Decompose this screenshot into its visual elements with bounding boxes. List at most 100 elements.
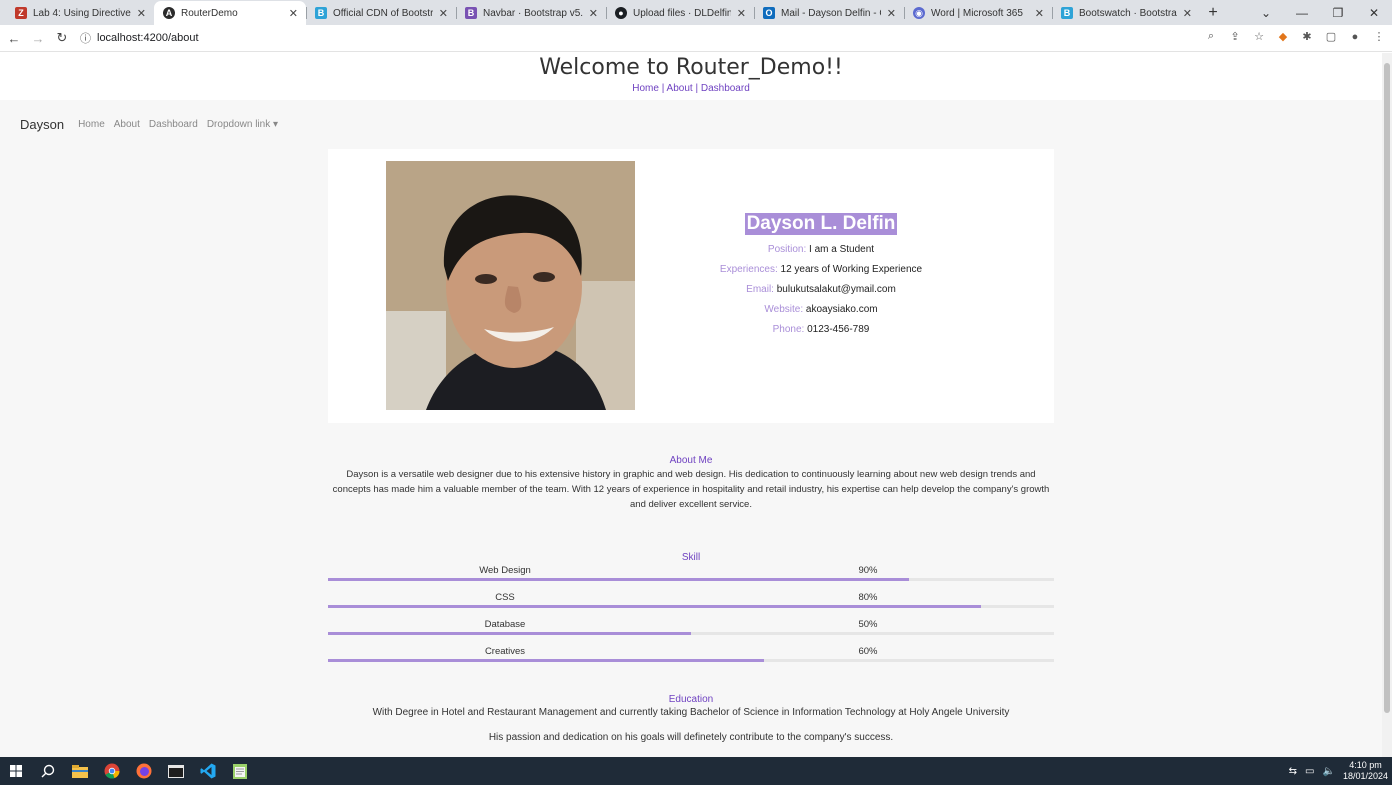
lab-icon: Z <box>15 7 27 19</box>
info-value: bulukutsalakut@ymail.com <box>776 284 896 295</box>
chrome-icon[interactable] <box>96 757 128 785</box>
tab-title: Mail - Dayson Delfin - Out <box>781 7 881 19</box>
header-link-about[interactable]: About <box>667 83 693 94</box>
tab-title: Navbar · Bootstrap v5.0 <box>483 7 583 19</box>
display-icon[interactable]: ▭ <box>1305 766 1314 777</box>
browser-tab-bootstrap-cdn[interactable]: B Official CDN of Bootstrap ✕ <box>306 1 456 25</box>
browser-tab-word[interactable]: ◉ Word | Microsoft 365 ✕ <box>904 1 1052 25</box>
info-row-email: Email: bulukutsalakut@ymail.com <box>708 284 934 295</box>
side-panel-icon[interactable]: ▢ <box>1324 30 1338 43</box>
nav-item-dropdown[interactable]: Dropdown link ▾ <box>207 119 278 130</box>
browser-tab-navbar[interactable]: B Navbar · Bootstrap v5.0 ✕ <box>456 1 606 25</box>
skill-progress-fill <box>328 632 691 635</box>
terminal-icon[interactable] <box>160 757 192 785</box>
outlook-icon: O <box>763 7 775 19</box>
zoom-icon[interactable]: ⌕ <box>1204 30 1218 43</box>
closing-statement: His passion and dedication on his goals … <box>488 732 894 743</box>
reload-icon[interactable]: ↻ <box>52 30 72 46</box>
bookmark-star-icon[interactable]: ☆ <box>1252 30 1266 43</box>
page-title: Welcome to Router_Demo!! <box>539 55 843 80</box>
back-icon[interactable]: ← <box>4 31 24 46</box>
minimize-icon[interactable]: — <box>1284 6 1320 20</box>
close-icon[interactable]: ✕ <box>289 7 298 20</box>
forward-icon[interactable]: → <box>28 31 48 46</box>
window-controls: ⌄ — ❐ ✕ <box>1248 0 1392 25</box>
close-icon[interactable]: ✕ <box>137 7 146 20</box>
restore-icon[interactable]: ❐ <box>1320 6 1356 20</box>
url-field[interactable]: ⓘ localhost:4200/about <box>80 28 1260 48</box>
profile-card: Dayson L. Delfin Position: I am a Studen… <box>328 149 1054 423</box>
address-bar: ← → ↻ ⓘ localhost:4200/about ⌕ ⇪ ☆ ◆ ✱ ▢… <box>0 25 1392 52</box>
profile-icon[interactable]: ● <box>1348 31 1362 43</box>
tab-title: Word | Microsoft 365 <box>931 7 1023 19</box>
nav-item-home[interactable]: Home <box>78 119 105 130</box>
info-label: Website: <box>764 304 804 315</box>
education-text: With Degree in Hotel and Restaurant Mana… <box>372 707 1010 718</box>
skills-title: Skill <box>681 552 701 563</box>
skill-progress-fill <box>328 578 909 581</box>
tab-search-icon[interactable]: ⌄ <box>1248 6 1284 20</box>
clock[interactable]: 4:10 pm 18/01/2024 <box>1343 760 1388 782</box>
office-icon: ◉ <box>913 7 925 19</box>
header-link-dashboard[interactable]: Dashboard <box>701 83 750 94</box>
about-section: About Me Dayson is a versatile web desig… <box>328 455 1054 512</box>
volume-icon[interactable]: 🔈 <box>1323 766 1335 777</box>
skill-percent: 60% <box>858 646 878 657</box>
menu-icon[interactable]: ⋮ <box>1372 30 1386 43</box>
skill-name: Database <box>484 619 526 630</box>
close-icon[interactable]: ✕ <box>1183 7 1192 20</box>
close-icon[interactable]: ✕ <box>439 7 448 20</box>
windows-start-icon[interactable] <box>0 757 32 785</box>
skill-name: Web Design <box>479 565 531 576</box>
skill-row: Creatives 60% <box>328 646 1054 673</box>
search-icon[interactable] <box>32 757 64 785</box>
info-row-website: Website: akoaysiako.com <box>708 304 934 315</box>
bootstrap-cdn-icon: B <box>315 7 327 19</box>
skill-percent: 50% <box>858 619 878 630</box>
firefox-icon[interactable] <box>128 757 160 785</box>
skill-progress-bar <box>328 578 1054 581</box>
network-icon[interactable]: ⇆ <box>1289 766 1297 777</box>
skill-progress-bar <box>328 659 1054 662</box>
system-tray: ⇆ ▭ 🔈 4:10 pm 18/01/2024 <box>1289 757 1388 785</box>
file-explorer-icon[interactable] <box>64 757 96 785</box>
browser-tab-lab4[interactable]: Z Lab 4: Using Directives and ✕ <box>6 1 154 25</box>
nav-item-dashboard[interactable]: Dashboard <box>149 119 198 130</box>
nav-item-about[interactable]: About <box>114 119 140 130</box>
skills-section: Skill Web Design 90% CSS 80% Database 50… <box>328 552 1054 673</box>
scrollbar-thumb[interactable] <box>1384 63 1390 713</box>
notepad-icon[interactable] <box>224 757 256 785</box>
browser-tab-bootswatch[interactable]: B Bootswatch · BootstrapCDN ✕ <box>1052 1 1200 25</box>
tab-title: Lab 4: Using Directives and <box>33 7 131 19</box>
skill-row: Web Design 90% <box>328 565 1054 592</box>
skill-row: CSS 80% <box>328 592 1054 619</box>
browser-tab-outlook[interactable]: O Mail - Dayson Delfin - Out ✕ <box>754 1 904 25</box>
skill-name: CSS <box>495 592 515 603</box>
close-icon[interactable]: ✕ <box>887 7 896 20</box>
skill-progress-fill <box>328 605 982 608</box>
extensions-icon[interactable]: ✱ <box>1300 30 1314 43</box>
info-value: 12 years of Working Experience <box>780 264 923 275</box>
header-link-home[interactable]: Home <box>632 83 659 94</box>
bootstrap-icon: B <box>465 7 477 19</box>
info-label: Position: <box>767 244 807 255</box>
browser-tab-routerdemo[interactable]: A RouterDemo ✕ <box>154 1 306 25</box>
vscode-icon[interactable] <box>192 757 224 785</box>
page-scrollbar[interactable] <box>1382 53 1392 757</box>
metamask-icon[interactable]: ◆ <box>1276 30 1290 43</box>
close-icon[interactable]: ✕ <box>737 7 746 20</box>
url-text: localhost:4200/about <box>97 32 199 44</box>
page-viewport: Welcome to Router_Demo!! Home | About | … <box>0 53 1382 757</box>
site-info-icon[interactable]: ⓘ <box>80 30 91 46</box>
skill-percent: 80% <box>858 592 878 603</box>
new-tab-button[interactable]: + <box>1200 1 1226 25</box>
close-icon[interactable]: ✕ <box>589 7 598 20</box>
navbar-brand[interactable]: Dayson <box>20 117 64 132</box>
taskbar: ⇆ ▭ 🔈 4:10 pm 18/01/2024 <box>0 757 1392 785</box>
share-icon[interactable]: ⇪ <box>1228 30 1242 43</box>
close-icon[interactable]: ✕ <box>1035 7 1044 20</box>
window-close-icon[interactable]: ✕ <box>1356 6 1392 20</box>
browser-tab-github[interactable]: ● Upload files · DLDelfin/216 ✕ <box>606 1 754 25</box>
skill-progress-fill <box>328 659 764 662</box>
tab-title: RouterDemo <box>181 7 238 19</box>
